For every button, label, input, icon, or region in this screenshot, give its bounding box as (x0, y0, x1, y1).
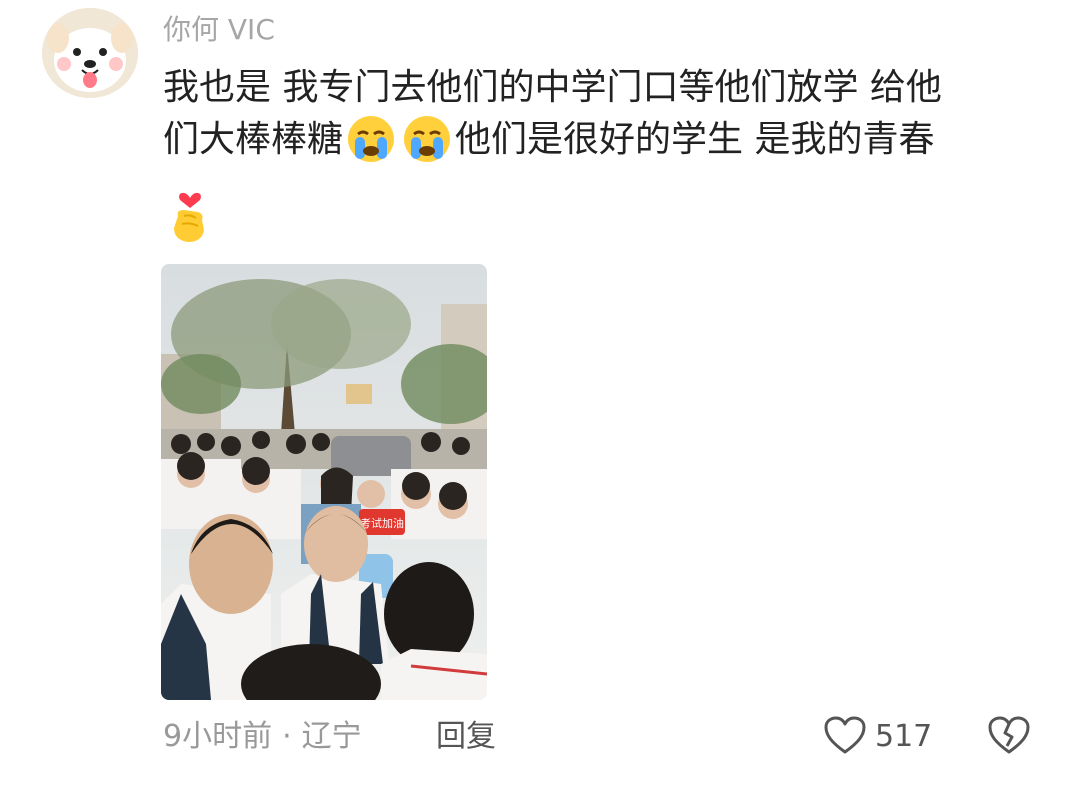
dislike-button[interactable] (987, 715, 1031, 759)
finger-heart-icon (168, 186, 212, 248)
comment-timestamp: 9小时前 (163, 719, 273, 754)
like-button[interactable]: 517 (823, 715, 932, 759)
crying-face-icon (346, 115, 396, 178)
like-count: 517 (875, 719, 933, 754)
comment-text-segment: 他们是很好的学生 是我的青春 (455, 119, 935, 160)
comment-text-line-1: 我也是 我专门去他们的中学门口等他们放学 给他 (163, 67, 942, 108)
reply-button[interactable]: 回复 (436, 713, 496, 761)
comment-meta: 9小时前 · 辽宁 (163, 713, 362, 761)
heart-icon (823, 715, 867, 759)
meta-separator: · (282, 719, 292, 754)
comment-text-line-2: 们大棒棒糖 他们是很好的学生 是我的青春 (163, 114, 1023, 166)
broken-heart-icon (987, 716, 1031, 759)
dog-avatar-icon (42, 8, 138, 98)
comment-username[interactable]: 你何 VIC (163, 10, 275, 50)
comment-photo[interactable]: 考试加油 (161, 264, 487, 700)
user-avatar[interactable] (42, 8, 138, 98)
comment-text: 我也是 我专门去他们的中学门口等他们放学 给他 们大棒棒糖 他们是很好的学生 是我… (163, 62, 1023, 166)
crying-face-icon (402, 115, 452, 178)
comment-location: 辽宁 (301, 719, 362, 754)
photo-sign-text: 考试加油 (360, 516, 404, 530)
photo-students-crowd: 考试加油 (161, 264, 487, 700)
comment-text-segment: 们大棒棒糖 (163, 119, 344, 160)
